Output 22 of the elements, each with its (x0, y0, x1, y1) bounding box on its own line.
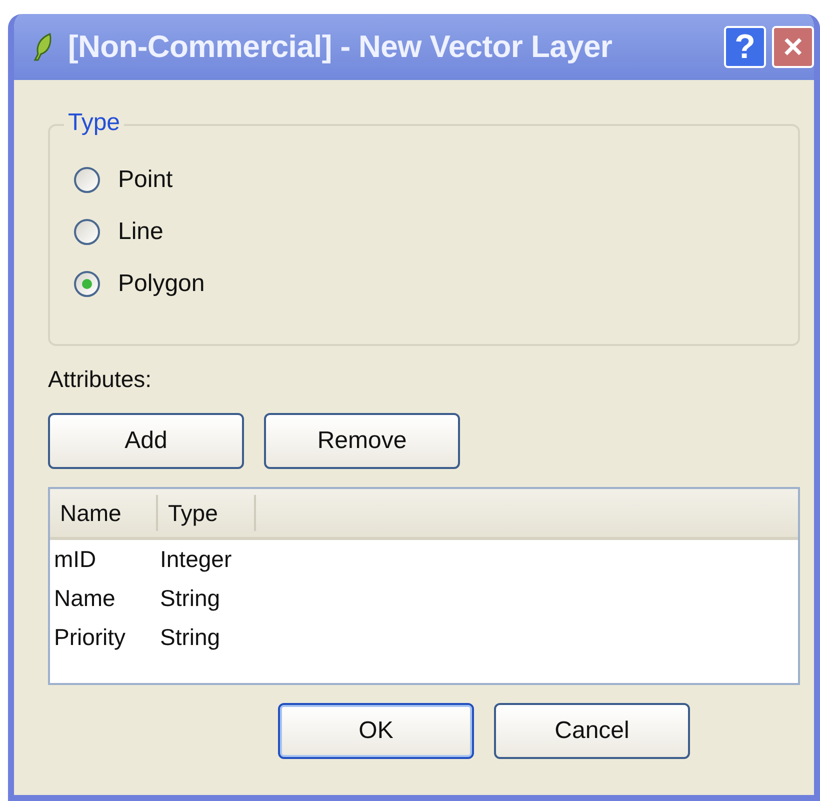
radio-label[interactable]: Line (118, 218, 164, 246)
radio-button[interactable] (74, 167, 100, 193)
table-cell: String (160, 624, 220, 651)
help-button[interactable]: ? (724, 26, 766, 68)
radio-button[interactable] (74, 271, 100, 297)
radio-label[interactable]: Point (118, 166, 173, 194)
dialog-button[interactable]: Cancel (494, 703, 690, 759)
column-header[interactable]: Name (50, 495, 158, 531)
table-cell: Integer (160, 546, 232, 573)
table-cell-text: Name (53, 585, 116, 612)
table-cell-text: Priority (53, 624, 127, 651)
dialog-button[interactable]: OK (278, 703, 474, 759)
attribute-button[interactable]: Add (48, 413, 244, 469)
radio-label[interactable]: Polygon (118, 270, 205, 298)
attribute-button[interactable]: Remove (264, 413, 460, 469)
table-cell: String (160, 585, 220, 612)
column-header[interactable]: Type (158, 495, 256, 531)
attributes-label: Attributes: (48, 366, 153, 393)
radio-button[interactable] (74, 219, 100, 245)
close-button[interactable]: × (772, 26, 814, 68)
window-title: [Non-Commercial] - New Vector Layer (68, 29, 614, 65)
table-cell-text: mID (53, 546, 98, 573)
